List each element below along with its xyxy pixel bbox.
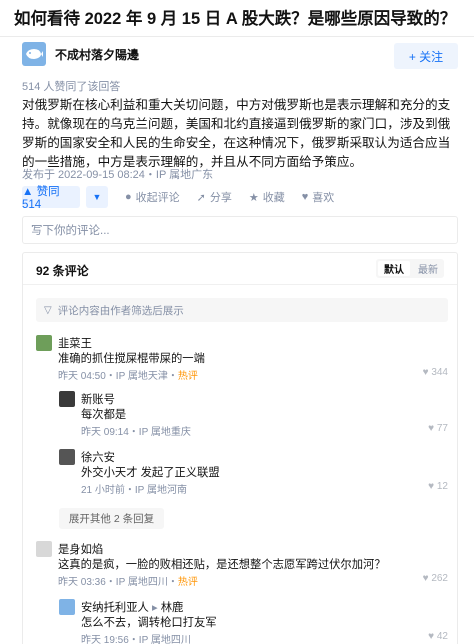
thumbs-up-icon: ♥ xyxy=(422,367,429,378)
comments-count: 92 条评论 xyxy=(36,264,89,278)
hot-badge: 热评 xyxy=(177,577,198,588)
author-avatar[interactable] xyxy=(22,42,46,66)
reply-item: 新账号 每次都是 昨天 09:14・IP 属地重庆 ♥ 77 xyxy=(59,391,448,439)
comment-time-ip: 昨天 09:14・IP 属地重庆 xyxy=(81,427,191,438)
filter-notice: ▽ 评论内容由作者筛选后展示 xyxy=(36,298,448,322)
comment-icon: ● xyxy=(125,191,132,203)
comment-text: 这真的是疯，一脸的败相还贴，是还想整个志愿军跨过伏尔加河？ xyxy=(58,559,386,571)
heart-icon: ♥ xyxy=(301,191,309,203)
comments-header: 92 条评论 默认 最新 xyxy=(23,253,457,285)
like-button[interactable]: ♥ 喜欢 xyxy=(302,189,335,205)
comment-time-ip: 昨天 03:36・IP 属地四川・ xyxy=(58,577,178,588)
comment-like-button[interactable]: ♥ 262 xyxy=(423,573,448,584)
comment-like-button[interactable]: ♥ 77 xyxy=(428,423,448,434)
author-name[interactable]: 不成村落夕陽邊 xyxy=(55,46,139,63)
share-label: 分享 xyxy=(209,192,232,204)
like-count: 262 xyxy=(431,573,448,584)
comment-text: 外交小天才 发起了正义联盟 xyxy=(81,467,220,479)
comment-author[interactable]: 徐六安 xyxy=(81,449,115,465)
avatar[interactable] xyxy=(59,599,75,615)
comment-like-button[interactable]: ♥ 42 xyxy=(428,631,448,642)
like-count: 77 xyxy=(436,423,448,434)
like-label: 喜欢 xyxy=(312,192,335,204)
comment-like-button[interactable]: ♥ 12 xyxy=(428,481,448,492)
filter-icon: ▽ xyxy=(44,304,52,316)
filter-notice-text: 评论内容由作者筛选后展示 xyxy=(57,304,184,317)
share-button[interactable]: ➚ 分享 xyxy=(197,189,232,205)
vote-up-button[interactable]: ▲ 赞同 514 xyxy=(22,186,80,211)
thumbs-up-icon: ♥ xyxy=(428,423,435,434)
avatar[interactable] xyxy=(59,391,75,407)
like-count: 344 xyxy=(431,367,448,378)
like-count: 12 xyxy=(436,481,448,492)
favorite-button[interactable]: ★ 收藏 xyxy=(249,189,285,205)
action-bar: ▲ 赞同 514 ▼ ● 收起评论 ➚ 分享 ★ 收藏 ♥ 喜欢 xyxy=(22,186,335,211)
follow-button[interactable]: + 关注 xyxy=(394,43,458,69)
comment-time-ip: 昨天 19:56・IP 属地四川 xyxy=(81,635,191,644)
publish-time: 发布于 2022-09-15 08:24・IP 属地广东 xyxy=(22,169,214,181)
comment-author[interactable]: 是身如焰 xyxy=(58,541,103,557)
like-count: 42 xyxy=(436,631,448,642)
comment-like-button[interactable]: ♥ 344 xyxy=(423,367,448,378)
avatar[interactable] xyxy=(36,335,52,351)
comments-panel: 92 条评论 默认 最新 ▽ 评论内容由作者筛选后展示 韭菜王 准确的抓住搅屎棍… xyxy=(22,252,458,644)
sort-toggle: 默认 最新 xyxy=(376,259,444,278)
comment-meta: 昨天 04:50・IP 属地天津・热评 xyxy=(58,367,198,382)
comment-author[interactable]: 韭菜王 xyxy=(58,335,92,351)
comment-author-line: 安纳托利亚人 ▸ 林鹿 xyxy=(81,599,183,615)
comment-text: 每次都是 xyxy=(81,409,127,421)
votes-info: 514 人赞同了该回答 xyxy=(22,81,121,93)
sort-latest[interactable]: 最新 xyxy=(412,259,444,278)
comment-time-ip: 昨天 04:50・IP 属地天津・ xyxy=(58,371,178,382)
comment-author[interactable]: 新账号 xyxy=(81,391,115,407)
comment-text: 准确的抓住搅屎棍带屎的一端 xyxy=(58,353,205,365)
avatar[interactable] xyxy=(59,449,75,465)
share-icon: ➚ xyxy=(196,191,206,204)
answer-content: 对俄罗斯在核心利益和重大关切问题，中方对俄罗斯也是表示理解和充分的支持。就像现在… xyxy=(22,98,451,169)
thumbs-up-icon: ♥ xyxy=(428,481,435,492)
star-icon: ★ xyxy=(248,191,259,204)
hot-badge: 热评 xyxy=(177,371,198,382)
comment-text: 怎么不去，调转枪口打友军 xyxy=(81,617,217,629)
question-title[interactable]: 如何看待 2022 年 9 月 15 日 A 股大跌？是哪些原因导致的？ xyxy=(14,8,464,30)
reply-to-author[interactable]: 林鹿 xyxy=(161,602,184,614)
collapse-comments-label: 收起评论 xyxy=(135,192,180,204)
reply-arrow-icon: ▸ xyxy=(151,602,161,614)
comment-item: 是身如焰 这真的是疯，一脸的败相还贴，是还想整个志愿军跨过伏尔加河？ 昨天 03… xyxy=(36,541,448,589)
comment-author[interactable]: 安纳托利亚人 xyxy=(81,602,149,614)
comment-meta: 昨天 03:36・IP 属地四川・热评 xyxy=(58,573,198,588)
favorite-label: 收藏 xyxy=(262,192,285,204)
collapse-comments-button[interactable]: ● 收起评论 xyxy=(125,189,180,205)
expand-replies-button[interactable]: 展开其他 2 条回复 xyxy=(59,508,164,529)
comment-time-ip: 21 小时前・IP 属地河南 xyxy=(81,485,187,496)
comment-input[interactable]: 写下你的评论... xyxy=(22,216,458,244)
comment-item: 韭菜王 准确的抓住搅屎棍带屎的一端 昨天 04:50・IP 属地天津・热评 ♥ … xyxy=(36,335,448,383)
avatar[interactable] xyxy=(36,541,52,557)
reply-item: 徐六安 外交小天才 发起了正义联盟 21 小时前・IP 属地河南 ♥ 12 xyxy=(59,449,448,497)
reply-item: 安纳托利亚人 ▸ 林鹿 怎么不去，调转枪口打友军 昨天 19:56・IP 属地四… xyxy=(59,599,448,644)
divider xyxy=(0,36,474,37)
thumbs-up-icon: ♥ xyxy=(422,573,429,584)
vote-down-button[interactable]: ▼ xyxy=(86,186,108,208)
thumbs-up-icon: ♥ xyxy=(428,631,435,642)
sort-default[interactable]: 默认 xyxy=(378,261,410,276)
whale-icon xyxy=(26,49,43,59)
author-info: 不成村落夕陽邊 xyxy=(22,42,139,66)
